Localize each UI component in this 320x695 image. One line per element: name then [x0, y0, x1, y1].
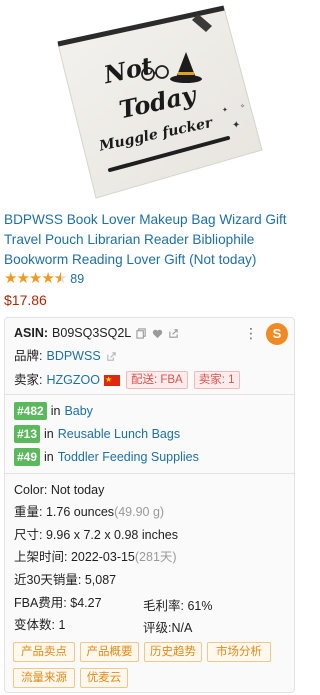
- seller-link[interactable]: HZGZOO: [46, 372, 99, 388]
- fba-fee-info: FBA费用: $4.27: [14, 596, 102, 610]
- sales-info: 近30天销量: 5,087: [14, 573, 117, 587]
- review-rating-info: 评级:N/A: [143, 621, 193, 635]
- rank-row: #49 in Toddler Feeding Supplies: [14, 448, 199, 466]
- svg-text:✦: ✦: [232, 120, 240, 131]
- rank-category-link[interactable]: Reusable Lunch Bags: [58, 426, 180, 442]
- listing-date-value: 上架时间: 2022-03-15: [14, 550, 135, 564]
- market-analysis-button[interactable]: 市场分析: [207, 642, 271, 662]
- listing-days: (281天): [134, 550, 177, 564]
- half-star-icon: ★: [54, 271, 67, 288]
- product-title[interactable]: BDPWSS Book Lover Makeup Bag Wizard Gift…: [4, 210, 303, 270]
- rank-category-link[interactable]: Toddler Feeding Supplies: [58, 449, 199, 465]
- brand-label: 品牌:: [14, 349, 43, 363]
- brand-link[interactable]: BDPWSS: [46, 348, 100, 364]
- youmaiyun-button[interactable]: 优麦云: [80, 668, 128, 688]
- heart-icon[interactable]: [152, 328, 163, 339]
- rank-in-text: in: [50, 404, 61, 418]
- svg-text:✦: ✦: [222, 106, 228, 114]
- review-count[interactable]: 89: [70, 272, 84, 286]
- divider: [5, 394, 294, 395]
- asin-label: ASIN:: [14, 326, 49, 340]
- product-price: $17.86: [4, 292, 47, 308]
- divider: [5, 473, 294, 474]
- product-info-panel: ASIN: B09SQ3SQ2L ⋮ S 品牌: BDPWSS 卖家: HZGZ…: [4, 317, 295, 693]
- color-info: Color: Not today: [14, 483, 105, 497]
- rank-category-link[interactable]: Baby: [64, 403, 93, 419]
- seller-label: 卖家:: [14, 373, 43, 387]
- dimensions-info: 尺寸: 9.96 x 7.2 x 0.98 inches: [14, 528, 178, 542]
- star-icon: ★: [41, 270, 54, 287]
- plugin-logo-icon[interactable]: S: [266, 323, 288, 345]
- seller-row: 卖家: HZGZOO 配送: FBA 卖家: 1: [14, 371, 240, 389]
- traffic-source-button[interactable]: 流量来源: [13, 668, 75, 688]
- weight-grams: (49.90 g): [114, 505, 165, 519]
- brand-row: 品牌: BDPWSS: [14, 348, 117, 364]
- rank-row: #13 in Reusable Lunch Bags: [14, 425, 180, 443]
- china-flag-icon: [103, 372, 120, 388]
- star-icon: ★: [28, 270, 42, 287]
- product-image[interactable]: ✦ ✦ ✧ Not Today Muggle fucker: [0, 0, 307, 205]
- product-overview-button[interactable]: 产品概要: [80, 642, 139, 662]
- external-link-icon[interactable]: [106, 351, 117, 362]
- rating-row[interactable]: ★ ★ ★ ★ ★ 89: [4, 270, 84, 288]
- rank-badge: #482: [14, 402, 47, 420]
- variants-info: 变体数: 1: [14, 618, 66, 632]
- rank-row: #482 in Baby: [14, 402, 93, 420]
- more-options-icon[interactable]: ⋮: [244, 326, 258, 340]
- asin-row: ASIN: B09SQ3SQ2L: [14, 325, 179, 341]
- rank-badge: #13: [14, 425, 41, 443]
- weight-value: 重量: 1.76 ounces: [14, 505, 115, 519]
- svg-text:✧: ✧: [240, 103, 245, 110]
- share-icon[interactable]: [168, 328, 179, 339]
- seller-count-tag[interactable]: 卖家: 1: [193, 371, 240, 389]
- star-rating: ★ ★ ★ ★ ★: [4, 270, 67, 288]
- gross-margin-info: 毛利率: 61%: [143, 599, 213, 613]
- star-icon: ★: [4, 270, 17, 287]
- asin-value[interactable]: B09SQ3SQ2L: [52, 325, 131, 341]
- history-trend-button[interactable]: 历史趋势: [144, 642, 202, 662]
- rank-badge: #49: [14, 448, 41, 466]
- fulfillment-tag: 配送: FBA: [125, 371, 188, 389]
- weight-info: 重量: 1.76 ounces(49.90 g): [14, 504, 164, 520]
- rank-in-text: in: [44, 450, 54, 464]
- selling-points-button[interactable]: 产品卖点: [13, 642, 75, 662]
- copy-icon[interactable]: [136, 327, 147, 339]
- star-icon: ★: [16, 270, 29, 287]
- listing-date-info: 上架时间: 2022-03-15(281天): [14, 549, 177, 565]
- rank-in-text: in: [44, 427, 54, 441]
